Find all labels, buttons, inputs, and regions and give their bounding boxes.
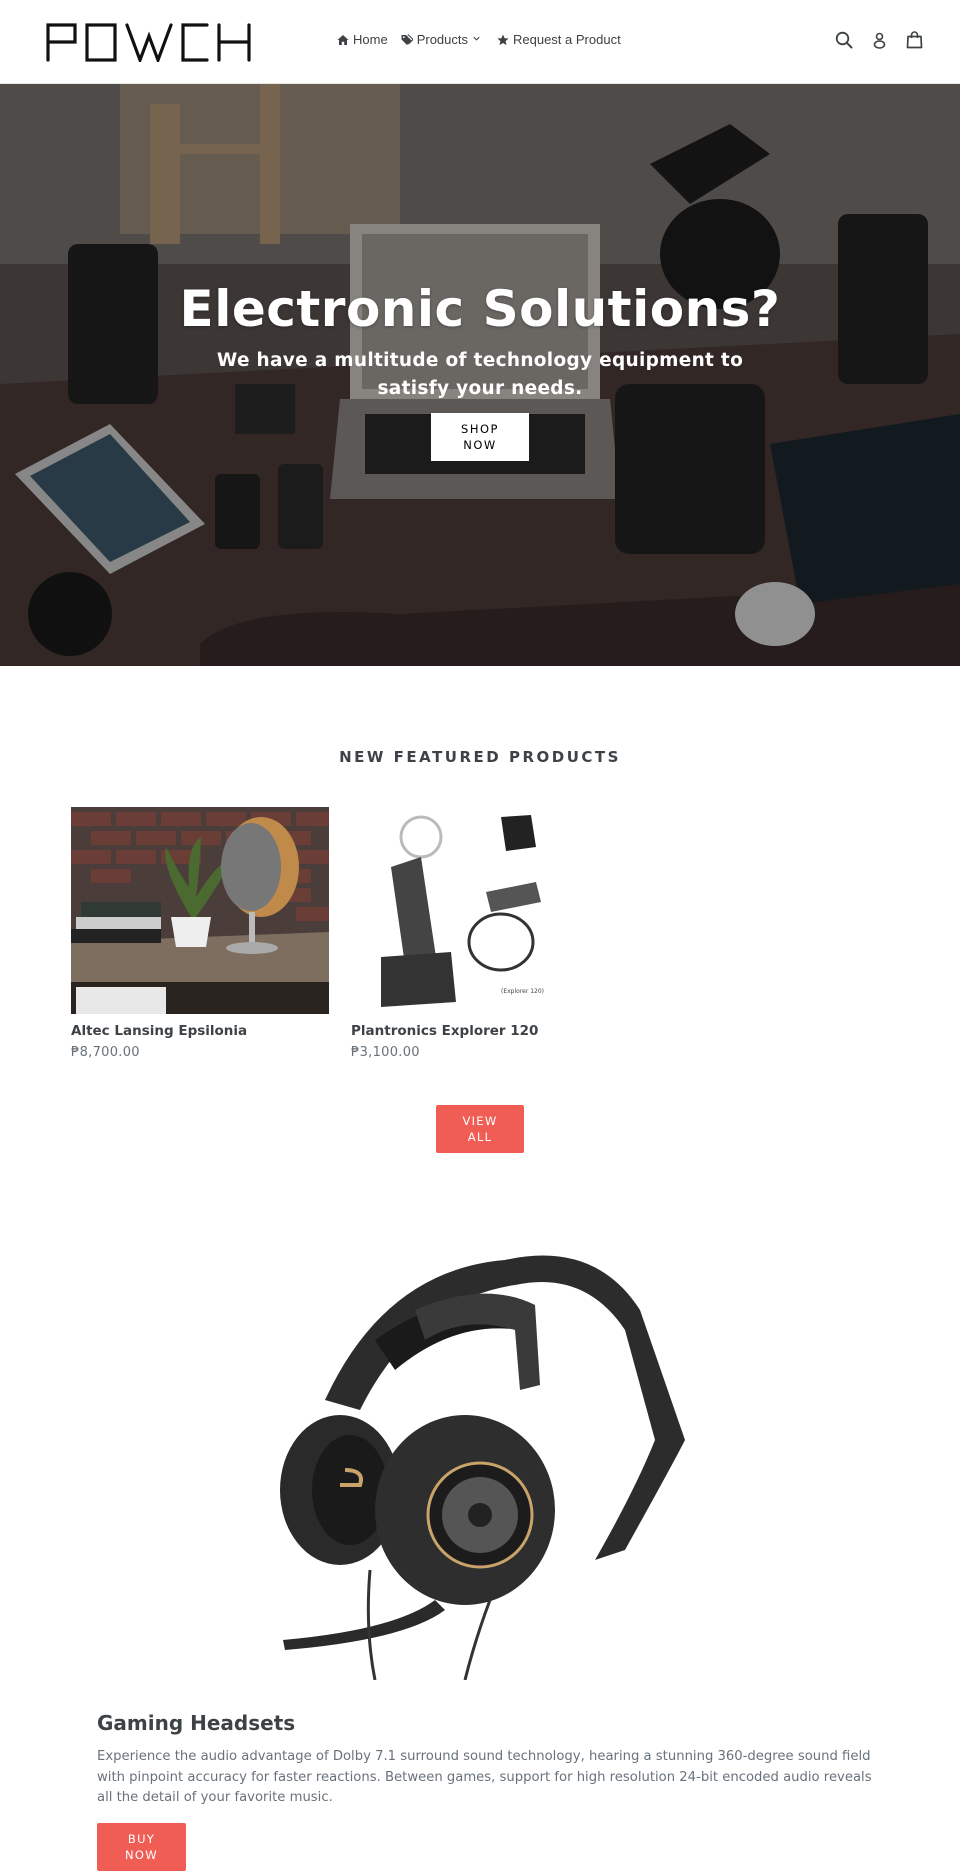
hero-subtitle: We have a multitude of technology equipm… [216,350,744,399]
nav-request-product[interactable]: Request a Product [497,32,621,47]
nav-products[interactable]: Products [401,32,484,47]
main-nav: Home Products Request a Product [337,32,621,47]
shop-now-label: SHOP NOW [461,422,499,452]
nav-home-label: Home [353,32,388,47]
feature-description: Experience the audio advantage of Dolby … [97,1749,872,1805]
product-price: ₱8,700.00 [71,1045,140,1060]
logo[interactable] [45,22,255,65]
shop-now-button[interactable]: SHOP NOW [431,413,529,461]
hero-banner: Electronic Solutions? We have a multitud… [0,84,960,666]
product-card[interactable]: Altec Lansing Epsilonia ₱8,700.00 [71,807,329,1060]
product-name[interactable]: Altec Lansing Epsilonia [71,1023,329,1039]
feature-title: Gaming Headsets [97,1711,296,1735]
header-actions [834,30,925,51]
nav-home[interactable]: Home [337,32,388,47]
tags-icon [401,34,413,46]
product-price: ₱3,100.00 [351,1045,420,1060]
product-image-altec[interactable] [71,807,329,1014]
search-icon[interactable] [834,30,855,51]
speaker-photo [71,807,329,1014]
headset-photo [265,1230,695,1681]
product-image-plantronics[interactable]: (Explorer 120) [351,807,609,1014]
account-icon[interactable] [869,30,890,51]
logo-wordmark [46,23,251,65]
hero-content: Electronic Solutions? We have a multitud… [0,282,960,461]
chevron-down-icon [472,34,484,46]
product-name[interactable]: Plantronics Explorer 120 [351,1023,609,1039]
star-icon [497,34,509,46]
hero-title: Electronic Solutions? [179,280,781,338]
view-all-button[interactable]: VIEW ALL [436,1105,524,1153]
home-icon [337,34,349,46]
buy-now-button[interactable]: BUY NOW [97,1823,186,1871]
nav-products-label: Products [416,32,468,47]
product-card[interactable]: (Explorer 120) Plantronics Explorer 120 … [351,807,609,1060]
gaming-headset-image [265,1230,695,1681]
nav-request-label: Request a Product [513,32,621,47]
featured-products-title: NEW FEATURED PRODUCTS [339,748,621,766]
view-all-label: VIEW ALL [462,1114,498,1144]
buy-now-label: BUY NOW [125,1832,158,1862]
site-header: Home Products Request a Product [0,0,960,84]
cart-icon[interactable] [904,30,925,51]
product-image-caption: (Explorer 120) [501,988,544,995]
headset-accessories-photo: (Explorer 120) [351,807,609,1014]
